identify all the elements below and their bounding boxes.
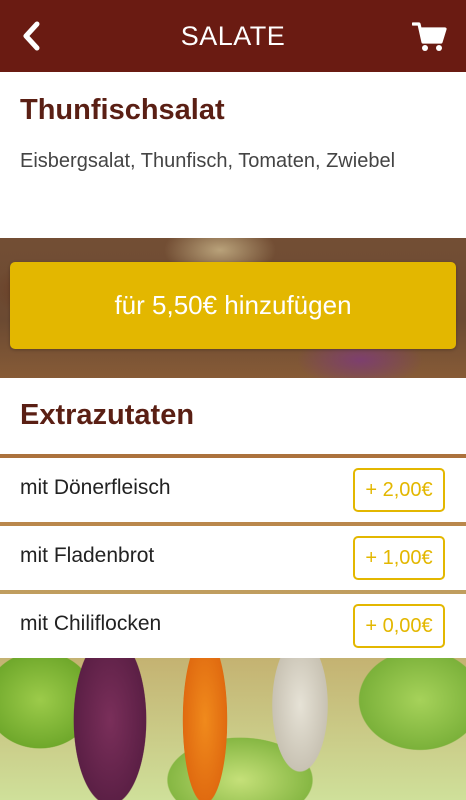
chevron-left-icon — [23, 21, 40, 51]
add-extra-button[interactable]: + 0,00€ — [353, 604, 445, 648]
cart-button[interactable] — [410, 18, 450, 56]
product-info-panel: Thunfischsalat Eisbergsalat, Thunfisch, … — [0, 72, 466, 238]
product-description: Eisbergsalat, Thunfisch, Tomaten, Zwiebe… — [20, 150, 396, 172]
extras-title: Extrazutaten — [20, 399, 195, 431]
shopping-cart-icon — [412, 22, 447, 51]
app-header: SALATE — [0, 0, 466, 72]
extra-item-label: mit Fladenbrot — [20, 544, 155, 567]
back-button[interactable] — [14, 18, 48, 54]
extra-item-label: mit Dönerfleisch — [20, 476, 171, 499]
extra-item[interactable]: mit Dönerfleisch + 2,00€ — [0, 458, 466, 522]
add-extra-button[interactable]: + 1,00€ — [353, 536, 445, 580]
page-title: SALATE — [180, 20, 286, 51]
add-to-cart-button[interactable]: für 5,50€ hinzufügen — [10, 262, 456, 349]
product-name: Thunfischsalat — [20, 94, 225, 126]
extra-item[interactable]: mit Chiliflocken + 0,00€ — [0, 594, 466, 658]
add-extra-button[interactable]: + 2,00€ — [353, 468, 445, 512]
extra-item-label: mit Chiliflocken — [20, 612, 162, 635]
extra-item[interactable]: mit Fladenbrot + 1,00€ — [0, 526, 466, 590]
extras-header-panel: Extrazutaten — [0, 378, 466, 454]
